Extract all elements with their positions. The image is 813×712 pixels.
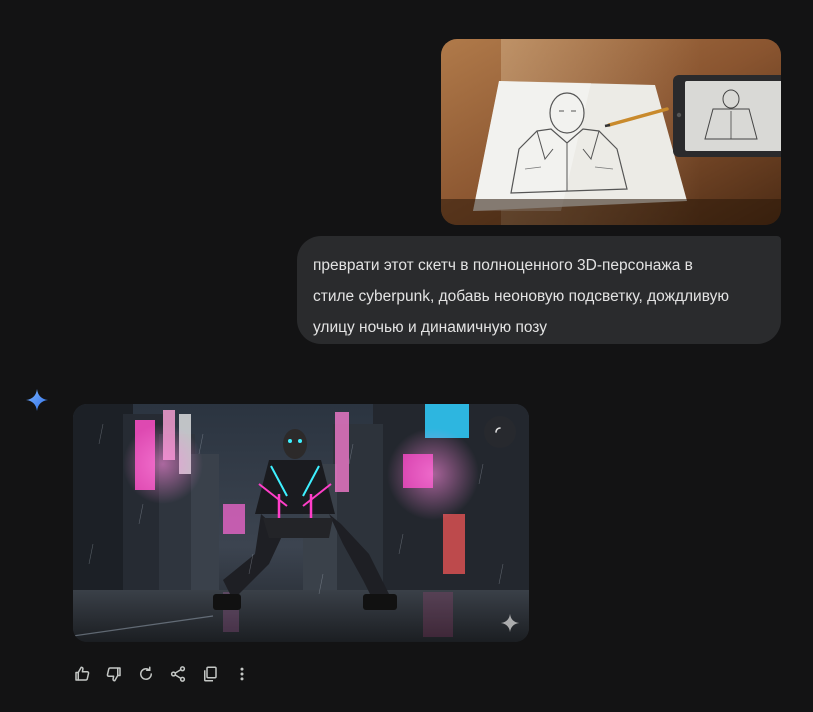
user-message-line-3: улицу ночью и динамичную позу xyxy=(313,319,547,336)
copy-button[interactable] xyxy=(194,658,226,690)
thumbs-down-button[interactable] xyxy=(98,658,130,690)
share-icon xyxy=(170,666,186,682)
loading-spinner-icon[interactable] xyxy=(484,416,516,448)
user-message-bubble: преврати этот скетч в полноценного 3D-пе… xyxy=(297,236,781,344)
regenerate-icon xyxy=(140,666,152,680)
user-message-line-2: стиле cyberpunk, добавь неоновую подсвет… xyxy=(313,288,729,305)
more-vert-icon xyxy=(240,667,244,681)
thumbs-up-button[interactable] xyxy=(66,658,98,690)
response-actions xyxy=(66,658,258,690)
chat-conversation: преврати этот скетч в полноценного 3D-пе… xyxy=(0,0,813,712)
sparkle-watermark-icon xyxy=(499,612,521,634)
copy-icon xyxy=(204,666,217,682)
generated-image[interactable] xyxy=(73,404,529,642)
thumbs-down-icon xyxy=(106,667,121,682)
more-options-button[interactable] xyxy=(226,658,258,690)
uploaded-sketch-image[interactable] xyxy=(441,39,781,225)
thumbs-up-icon xyxy=(75,666,90,681)
sparkle-icon xyxy=(25,388,49,412)
regenerate-button[interactable] xyxy=(130,658,162,690)
share-button[interactable] xyxy=(162,658,194,690)
user-message-line-1: преврати этот скетч в полноценного 3D-пе… xyxy=(313,257,693,274)
